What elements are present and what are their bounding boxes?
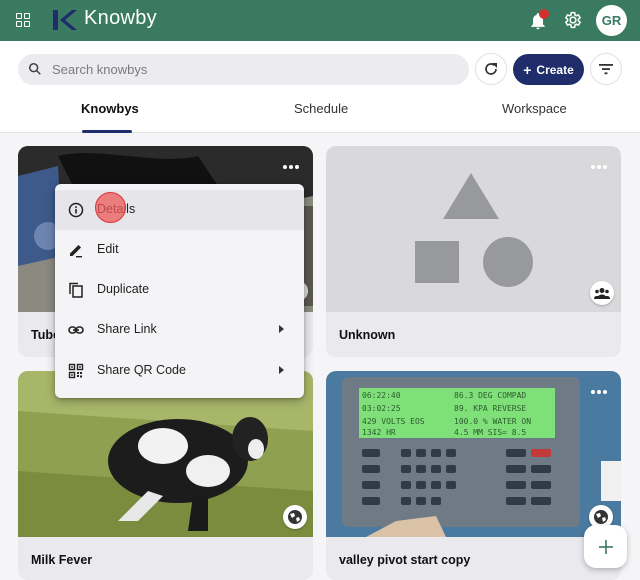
edit-icon xyxy=(70,245,82,258)
info-icon xyxy=(68,202,84,218)
knowby-logo-icon xyxy=(53,10,77,30)
gear-icon[interactable] xyxy=(563,10,583,30)
qr-code-icon xyxy=(68,363,84,379)
filter-icon xyxy=(599,64,613,75)
menu-item-share-link[interactable]: Share Link xyxy=(55,310,304,350)
placeholder-shapes-image xyxy=(326,146,621,312)
menu-item-edit[interactable]: Edit xyxy=(55,230,304,270)
menu-item-label: Edit xyxy=(97,242,119,256)
submenu-arrow-icon xyxy=(279,366,284,374)
refresh-icon xyxy=(485,63,497,75)
menu-item-label: Share QR Code xyxy=(97,363,186,377)
app-name: Knowby xyxy=(84,7,157,29)
menu-item-label: Duplicate xyxy=(97,282,150,296)
copy-icon xyxy=(69,282,83,298)
link-icon xyxy=(68,326,84,334)
svg-text:86.3 DEG COMPAD: 86.3 DEG COMPAD xyxy=(454,391,526,400)
svg-text:429 VOLTS EOS: 429 VOLTS EOS xyxy=(362,417,425,426)
plus-icon xyxy=(598,539,613,554)
create-button[interactable]: + Create xyxy=(513,54,584,85)
menu-item-share-qr-code[interactable]: Share QR Code xyxy=(55,351,304,391)
card-title: valley pivot start copy xyxy=(339,553,471,567)
apps-grid-icon[interactable] xyxy=(16,13,30,27)
knowby-card[interactable]: Unknown xyxy=(326,146,621,357)
filter-button[interactable] xyxy=(590,53,622,85)
click-indicator xyxy=(95,192,126,223)
search-bar[interactable] xyxy=(18,54,469,85)
notification-dot xyxy=(539,9,549,19)
globe-icon xyxy=(283,505,307,529)
card-title: Milk Fever xyxy=(31,553,93,567)
add-knowby-button[interactable] xyxy=(584,525,627,568)
submenu-arrow-icon xyxy=(279,325,284,333)
svg-text:1342 HR: 1342 HR xyxy=(362,428,396,437)
tab-knowbys[interactable]: Knowbys xyxy=(81,101,139,116)
svg-text:03:02:25: 03:02:25 xyxy=(362,404,401,413)
svg-text:100.0 % WATER ON: 100.0 % WATER ON xyxy=(454,417,531,426)
svg-text:4.5 MM SIS= 8.5: 4.5 MM SIS= 8.5 xyxy=(454,428,526,437)
tab-schedule[interactable]: Schedule xyxy=(294,101,348,116)
menu-item-duplicate[interactable]: Duplicate xyxy=(55,270,304,310)
card-menu-button[interactable] xyxy=(281,162,301,172)
svg-text:06:22:40: 06:22:40 xyxy=(362,391,401,400)
card-menu-button[interactable] xyxy=(589,162,609,172)
menu-item-details[interactable]: Details xyxy=(55,190,304,230)
card-context-menu: Details Edit Duplicate Share Link xyxy=(55,184,304,398)
card-title: Unknown xyxy=(339,328,396,342)
toolbar-area: + Create Knowbys Schedule Workspace xyxy=(0,41,640,133)
app-header: Knowby GR xyxy=(0,0,640,41)
card-menu-button[interactable] xyxy=(589,387,609,397)
search-icon xyxy=(28,62,41,75)
plus-icon: + xyxy=(523,61,532,78)
menu-item-label: Share Link xyxy=(97,322,157,336)
refresh-button[interactable] xyxy=(475,53,507,85)
create-label: Create xyxy=(536,62,574,77)
group-icon xyxy=(590,281,614,305)
svg-text:89. KPA REVERSE: 89. KPA REVERSE xyxy=(454,404,526,413)
tab-workspace[interactable]: Workspace xyxy=(502,101,567,116)
knowby-card[interactable]: 06:22:40 86.3 DEG COMPAD 03:02:25 89. KPA … xyxy=(326,371,621,580)
user-avatar[interactable]: GR xyxy=(596,5,627,36)
active-tab-indicator xyxy=(82,130,132,133)
search-input[interactable] xyxy=(52,54,452,85)
tab-bar: Knowbys Schedule Workspace xyxy=(0,97,640,133)
card-image: 06:22:40 86.3 DEG COMPAD 03:02:25 89. KPA … xyxy=(326,371,621,537)
knowby-card[interactable]: Milk Fever xyxy=(18,371,313,580)
